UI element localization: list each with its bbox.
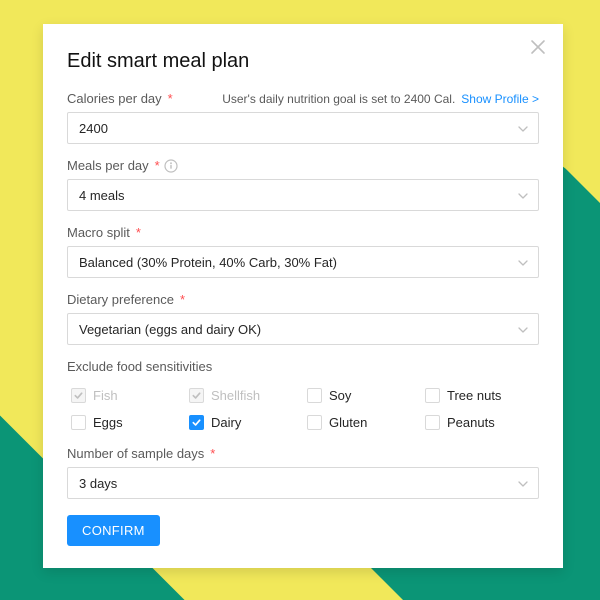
exclude-checkbox-shellfish: Shellfish (189, 388, 299, 403)
chevron-down-icon (517, 256, 529, 268)
select-value: 4 meals (79, 188, 125, 203)
days-field: Number of sample days * 3 days (67, 446, 539, 499)
required-asterisk: * (168, 91, 173, 106)
exclude-checkbox-peanuts[interactable]: Peanuts (425, 415, 535, 430)
macro-label: Macro split * (67, 225, 141, 240)
required-asterisk: * (136, 225, 141, 240)
exclude-checkbox-fish: Fish (71, 388, 181, 403)
exclude-checkbox-gluten[interactable]: Gluten (307, 415, 417, 430)
macro-select[interactable]: Balanced (30% Protein, 40% Carb, 30% Fat… (67, 246, 539, 278)
exclude-grid: Fish Shellfish Soy Tree nuts Eggs Dairy Gluten… (67, 382, 539, 432)
exclude-checkbox-dairy[interactable]: Dairy (189, 415, 299, 430)
confirm-button[interactable]: CONFIRM (67, 515, 160, 546)
days-select[interactable]: 3 days (67, 467, 539, 499)
checkbox-label: Peanuts (447, 415, 495, 430)
label-text: Exclude food sensitivities (67, 359, 212, 374)
calories-select[interactable]: 2400 (67, 112, 539, 144)
select-value: 2400 (79, 121, 108, 136)
calories-field: Calories per day * User's daily nutrition… (67, 91, 539, 144)
checkbox-icon (425, 415, 440, 430)
meals-field: Meals per day * 4 meals (67, 158, 539, 211)
modal-footer: CONFIRM (67, 515, 539, 546)
chevron-down-icon (517, 189, 529, 201)
checkbox-label: Soy (329, 388, 351, 403)
exclude-checkbox-eggs[interactable]: Eggs (71, 415, 181, 430)
close-icon[interactable] (529, 38, 547, 56)
checkbox-label: Fish (93, 388, 118, 403)
required-asterisk: * (155, 158, 160, 173)
calories-hint: User's daily nutrition goal is set to 24… (222, 92, 539, 106)
checkbox-icon (425, 388, 440, 403)
exclude-checkbox-soy[interactable]: Soy (307, 388, 417, 403)
select-value: Balanced (30% Protein, 40% Carb, 30% Fat… (79, 255, 337, 270)
meals-select[interactable]: 4 meals (67, 179, 539, 211)
chevron-down-icon (517, 122, 529, 134)
checkbox-icon (189, 415, 204, 430)
checkbox-icon (71, 415, 86, 430)
checkbox-icon (189, 388, 204, 403)
label-text: Meals per day (67, 158, 149, 173)
label-text: Number of sample days (67, 446, 204, 461)
days-label: Number of sample days * (67, 446, 215, 461)
diet-field: Dietary preference * Vegetarian (eggs and… (67, 292, 539, 345)
show-profile-link[interactable]: Show Profile > (461, 92, 539, 106)
select-value: Vegetarian (eggs and dairy OK) (79, 322, 261, 337)
diet-select[interactable]: Vegetarian (eggs and dairy OK) (67, 313, 539, 345)
info-icon[interactable] (164, 159, 178, 173)
label-text: Calories per day (67, 91, 162, 106)
exclude-label: Exclude food sensitivities (67, 359, 539, 374)
required-asterisk: * (210, 446, 215, 461)
calories-label: Calories per day * (67, 91, 173, 106)
required-asterisk: * (180, 292, 185, 307)
diet-label: Dietary preference * (67, 292, 185, 307)
checkbox-icon (307, 388, 322, 403)
edit-meal-plan-modal: Edit smart meal plan Calories per day * U… (43, 24, 563, 568)
checkbox-label: Eggs (93, 415, 123, 430)
macro-field: Macro split * Balanced (30% Protein, 40% … (67, 225, 539, 278)
checkbox-label: Gluten (329, 415, 367, 430)
checkbox-icon (71, 388, 86, 403)
checkbox-label: Tree nuts (447, 388, 501, 403)
hint-text: User's daily nutrition goal is set to 24… (222, 92, 455, 106)
checkbox-label: Dairy (211, 415, 241, 430)
chevron-down-icon (517, 323, 529, 335)
label-text: Macro split (67, 225, 130, 240)
label-text: Dietary preference (67, 292, 174, 307)
modal-title: Edit smart meal plan (67, 50, 539, 73)
chevron-down-icon (517, 477, 529, 489)
checkbox-label: Shellfish (211, 388, 260, 403)
exclude-checkbox-tree-nuts[interactable]: Tree nuts (425, 388, 535, 403)
select-value: 3 days (79, 476, 117, 491)
meals-label: Meals per day * (67, 158, 178, 173)
checkbox-icon (307, 415, 322, 430)
